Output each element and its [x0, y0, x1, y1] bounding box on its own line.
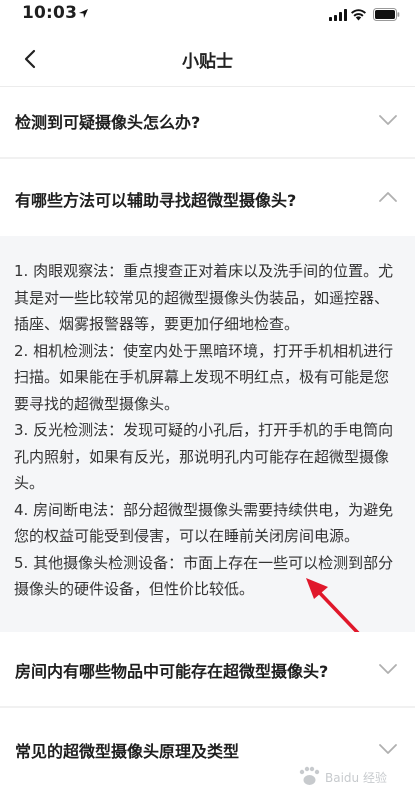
status-time: 10:03 [22, 3, 78, 23]
answer-item: 4. 房间断电法：部分超微型摄像头需要持续供电，为避免您的权益可能受到侵害，可以… [14, 500, 394, 546]
battery-icon [373, 8, 400, 21]
cellular-signal-icon [329, 9, 347, 21]
chevron-down-icon [379, 115, 397, 125]
answer-item: 3. 反光检测法：发现可疑的小孔后，打开手机的手电筒向孔内照射，如果有反光，那说… [14, 421, 394, 492]
answer-item: 1. 肉眼观察法：重点搜查正对着床以及洗手间的位置。尤其是对一些比较常见的超微型… [14, 262, 394, 333]
answer-item: 2. 相机检测法：使室内处于黑暗环境，打开手机相机进行扫描。如果能在手机屏幕上发… [14, 341, 394, 413]
faq-question: 房间内有哪些物品中可能存在超微型摄像头? [15, 662, 329, 681]
faq-answer: 1. 肉眼观察法：重点搜查正对着床以及洗手间的位置。尤其是对一些比较常见的超微型… [14, 258, 402, 603]
chevron-down-icon [379, 744, 397, 754]
page-title: 小贴士 [182, 52, 233, 72]
status-bar: 10:03 [0, 0, 415, 32]
wifi-icon [351, 9, 366, 21]
faq-item[interactable]: 检测到可疑摄像头怎么办? [0, 87, 415, 157]
chevron-up-icon [379, 192, 397, 202]
faq-item-expanded[interactable]: 有哪些方法可以辅助寻找超微型摄像头? [0, 159, 415, 236]
nav-bar: 小贴士 [0, 32, 415, 86]
faq-item[interactable]: 房间内有哪些物品中可能存在超微型摄像头? [0, 632, 415, 706]
faq-answer-panel: 1. 肉眼观察法：重点搜查正对着床以及洗手间的位置。尤其是对一些比较常见的超微型… [0, 236, 415, 632]
svg-text:Baidu 经验: Baidu 经验 [325, 770, 387, 785]
faq-question: 检测到可疑摄像头怎么办? [15, 113, 201, 132]
faq-question: 常见的超微型摄像头原理及类型 [15, 742, 240, 761]
chevron-down-icon [379, 664, 397, 674]
watermark-logo: Baidu 经验 [299, 766, 387, 785]
annotation-arrow-icon [306, 578, 360, 635]
faq-question: 有哪些方法可以辅助寻找超微型摄像头? [15, 191, 297, 210]
location-arrow-icon [79, 9, 88, 18]
